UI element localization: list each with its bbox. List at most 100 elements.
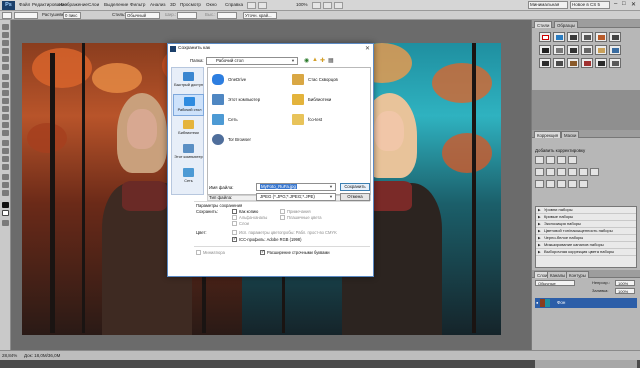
marquee-tool-icon[interactable] (2, 32, 9, 38)
style-swatch[interactable] (595, 45, 607, 55)
zoom-level[interactable]: 100% (296, 2, 308, 7)
file-list[interactable]: OneDrive Стас Скворцов Этот компьютер Би… (207, 67, 371, 195)
new-folder-icon[interactable]: ✚ (320, 57, 325, 64)
as-copy-checkbox[interactable] (232, 209, 237, 214)
style-swatch[interactable] (581, 58, 593, 68)
menu-view[interactable]: Просмотр (180, 2, 201, 7)
quick-select-tool-icon[interactable] (2, 48, 9, 54)
foreground-color-swatch[interactable] (2, 202, 9, 208)
back-icon[interactable]: ◉ (304, 57, 309, 64)
menu-filter[interactable]: Фильтр (130, 2, 145, 7)
height-input[interactable] (217, 12, 237, 19)
type-tool-icon[interactable] (2, 148, 9, 154)
style-swatch[interactable] (609, 45, 621, 55)
style-swatch[interactable] (581, 32, 593, 42)
threshold-icon[interactable] (557, 180, 566, 188)
dialog-titlebar[interactable]: Сохранить как ✕ (168, 44, 373, 54)
style-swatch[interactable] (553, 32, 565, 42)
menu-help[interactable]: Справка (225, 2, 243, 7)
hue-saturation-icon[interactable] (546, 168, 555, 176)
filename-input[interactable]: MyFoto_RuFa.jpg ▼ (256, 183, 336, 191)
menu-window[interactable]: Окно (206, 2, 217, 7)
tab-swatches[interactable]: Образцы (554, 21, 579, 28)
quick-mask-icon[interactable] (2, 220, 9, 226)
place-network[interactable]: Сеть (173, 166, 204, 188)
style-swatch[interactable] (553, 45, 565, 55)
place-quick-access[interactable]: Быстрый доступ (173, 70, 204, 92)
blur-tool-icon[interactable] (2, 122, 9, 128)
style-swatch[interactable] (539, 58, 551, 68)
vibrance-icon[interactable] (535, 168, 544, 176)
feather-input[interactable]: 0 пикс (63, 12, 81, 19)
filetype-select[interactable]: JPEG (*.JPG;*.JPEG;*.JPE) ▼ (256, 193, 336, 201)
exposure-icon[interactable] (568, 156, 577, 164)
menu-3d[interactable]: 3D (170, 2, 176, 7)
spot-colors-checkbox[interactable] (280, 215, 285, 220)
thumbnail-checkbox[interactable] (196, 250, 201, 255)
color-balance-icon[interactable] (557, 168, 566, 176)
minibridge-button[interactable] (258, 2, 267, 9)
close-icon[interactable]: ✕ (631, 1, 636, 8)
close-icon[interactable]: ✕ (365, 45, 370, 52)
list-item[interactable]: Tor Browser (210, 132, 286, 150)
style-select[interactable]: Обычный (125, 12, 160, 19)
levels-icon[interactable] (546, 156, 555, 164)
style-swatch[interactable] (539, 32, 551, 42)
refine-edge-button[interactable]: Уточн. край... (243, 12, 277, 19)
brightness-icon[interactable] (535, 156, 544, 164)
brush-tool-icon[interactable] (2, 82, 9, 88)
curves-icon[interactable] (557, 156, 566, 164)
bridge-button[interactable] (247, 2, 256, 9)
eyedropper-tool-icon[interactable] (2, 64, 9, 70)
eye-icon[interactable]: ● (536, 298, 538, 308)
clone-stamp-tool-icon[interactable] (2, 90, 9, 96)
style-swatch[interactable] (609, 32, 621, 42)
photo-filter-icon[interactable] (579, 168, 588, 176)
preset-hue-saturation[interactable]: Цветовой тон/насыщенность наборы (536, 228, 636, 235)
blend-mode-select[interactable]: Обычные (535, 280, 575, 286)
fill-input[interactable]: 100% (615, 288, 635, 294)
healing-brush-tool-icon[interactable] (2, 74, 9, 80)
marquee-tool-icon[interactable] (2, 12, 12, 19)
black-white-icon[interactable] (568, 168, 577, 176)
up-folder-icon[interactable]: ▲ (312, 57, 318, 63)
notes-checkbox[interactable] (280, 209, 285, 214)
view-menu-icon[interactable]: ▦ (328, 57, 334, 64)
pen-tool-icon[interactable] (2, 140, 9, 146)
eraser-tool-icon[interactable] (2, 106, 9, 112)
zoom-tool-icon[interactable] (2, 190, 9, 196)
gradient-tool-icon[interactable] (2, 114, 9, 120)
list-item[interactable]: Этот компьютер (210, 92, 286, 110)
width-input[interactable] (177, 12, 197, 19)
minimize-icon[interactable]: – (614, 1, 617, 7)
menu-layers[interactable]: Слои (88, 2, 99, 7)
list-item[interactable]: Сеть (210, 112, 286, 130)
menu-analysis[interactable]: Анализ (150, 2, 166, 7)
list-item[interactable]: Стас Скворцов (290, 72, 366, 90)
preset-selective-color[interactable]: Выборочная коррекция цвета наборы (536, 249, 636, 256)
preset-curves[interactable]: Кривые наборы (536, 214, 636, 221)
view-extras-button[interactable] (312, 2, 321, 9)
maximize-icon[interactable]: □ (622, 1, 626, 7)
place-libraries[interactable]: Библиотеки (173, 118, 204, 140)
cancel-button[interactable]: Отмена (340, 193, 370, 201)
menu-select[interactable]: Выделение (104, 2, 128, 7)
dodge-tool-icon[interactable] (2, 130, 9, 136)
tab-adjustments[interactable]: Коррекция (534, 131, 562, 138)
invert-icon[interactable] (535, 180, 544, 188)
gradient-map-icon[interactable] (568, 180, 577, 188)
selective-color-icon[interactable] (579, 180, 588, 188)
list-item[interactable]: Библиотеки (290, 92, 366, 110)
style-swatch[interactable] (567, 45, 579, 55)
preset-channel-mixer[interactable]: Микширование каналов наборы (536, 242, 636, 249)
style-swatch[interactable] (567, 58, 579, 68)
tab-masks[interactable]: Маски (561, 131, 580, 138)
status-zoom[interactable]: 28,84% (2, 353, 17, 358)
alpha-channels-checkbox[interactable] (232, 215, 237, 220)
screen-mode-button[interactable] (334, 2, 343, 9)
preset-black-white[interactable]: Черно-белое наборы (536, 235, 636, 242)
proof-setup-checkbox[interactable] (232, 230, 237, 235)
preset-levels[interactable]: Уровни наборы (536, 207, 636, 214)
opacity-input[interactable]: 100% (615, 280, 635, 286)
style-swatch[interactable] (609, 58, 621, 68)
